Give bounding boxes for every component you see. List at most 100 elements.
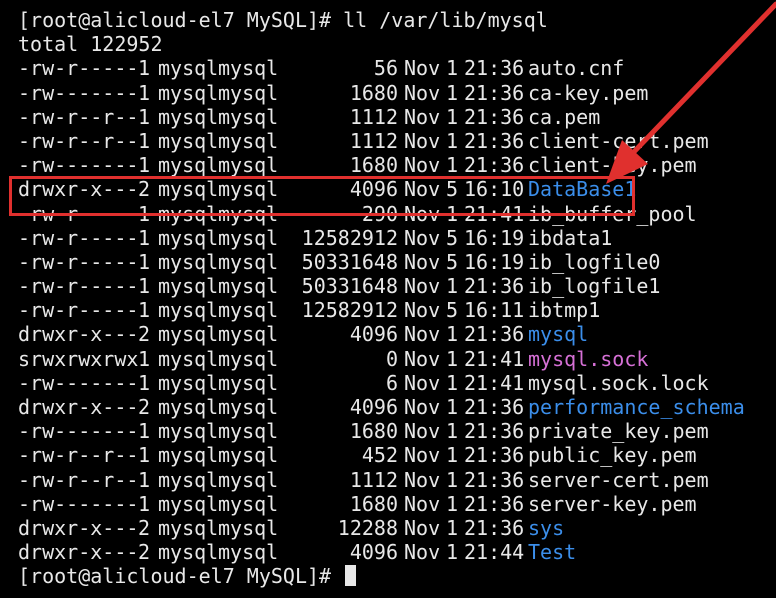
group: mysql	[218, 540, 279, 565]
file-name: ib_logfile0	[528, 249, 661, 274]
file-size: 12288	[337, 515, 398, 540]
owner: mysql	[158, 128, 219, 153]
time: 21:36	[464, 467, 525, 492]
month: Nov	[404, 225, 441, 250]
listing-row: srwxrwxrwx 1 mysql mysql 0 Nov 1 21:41 mysql.soc…	[18, 347, 768, 371]
group: mysql	[218, 104, 279, 129]
day: 1	[445, 540, 458, 565]
file-name: ib_buffer_pool	[528, 201, 697, 226]
group: mysql	[218, 443, 279, 468]
permissions: -rw-r--r--	[18, 443, 139, 468]
file-name: ca-key.pem	[528, 80, 649, 105]
file-size: 4096	[349, 177, 398, 202]
final-prompt-line: [root@alicloud-el7 MySQL]#	[18, 564, 768, 588]
permissions: drwxr-x---	[18, 322, 139, 347]
time: 21:36	[464, 419, 525, 444]
file-size: 50331648	[301, 249, 398, 274]
terminal-window[interactable]: [root@alicloud-el7 MySQL]# ll /var/lib/m…	[18, 8, 768, 594]
owner: mysql	[158, 419, 219, 444]
listing-row: -rw------- 1 mysql mysql 1680 Nov 1 21:36 ca-key…	[18, 81, 768, 105]
permissions: -rw-------	[18, 80, 139, 105]
owner: mysql	[158, 80, 219, 105]
link-count: 2	[138, 322, 151, 347]
day: 5	[445, 249, 458, 274]
day: 1	[445, 346, 458, 371]
listing-row: -rw------- 1 mysql mysql 6 Nov 1 21:41 mysql.soc…	[18, 371, 768, 395]
group: mysql	[218, 56, 279, 81]
permissions: drwxr-x---	[18, 540, 139, 565]
command-line: [root@alicloud-el7 MySQL]# ll /var/lib/m…	[18, 8, 548, 32]
listing-row: -rw-r----- 1 mysql mysql 290 Nov 1 21:41 ib_buff…	[18, 202, 768, 226]
final-prompt: [root@alicloud-el7 MySQL]#	[18, 564, 344, 589]
time: 21:36	[464, 128, 525, 153]
link-count: 1	[138, 56, 151, 81]
month: Nov	[404, 80, 441, 105]
file-size: 56	[373, 56, 398, 81]
file-size: 12582912	[301, 298, 398, 323]
permissions: -rw-r-----	[18, 298, 139, 323]
file-size: 0	[385, 346, 398, 371]
month: Nov	[404, 177, 441, 202]
month: Nov	[404, 395, 441, 419]
month: Nov	[404, 540, 441, 565]
day: 1	[445, 56, 458, 81]
file-name: server-cert.pem	[528, 467, 709, 492]
link-count: 2	[138, 515, 151, 540]
file-size: 1112	[349, 128, 398, 153]
month: Nov	[404, 491, 441, 516]
file-name: client-cert.pem	[528, 128, 709, 153]
listing-row: -rw-r--r-- 1 mysql mysql 452 Nov 1 21:36 public_…	[18, 443, 768, 467]
permissions: drwxr-x---	[18, 177, 139, 202]
time: 21:36	[464, 153, 525, 178]
owner: mysql	[158, 153, 219, 178]
file-size: 1680	[349, 491, 398, 516]
permissions: -rw-r--r--	[18, 104, 139, 129]
group: mysql	[218, 177, 279, 202]
link-count: 1	[138, 201, 151, 226]
group: mysql	[218, 153, 279, 178]
file-name: ca.pem	[528, 104, 601, 129]
group: mysql	[218, 249, 279, 274]
file-size: 4096	[349, 322, 398, 347]
group: mysql	[218, 128, 279, 153]
link-count: 1	[138, 370, 151, 395]
owner: mysql	[158, 370, 219, 395]
group: mysql	[218, 274, 279, 299]
time: 21:36	[464, 322, 525, 347]
month: Nov	[404, 370, 441, 395]
owner: mysql	[158, 177, 219, 202]
month: Nov	[404, 56, 441, 81]
day: 5	[445, 225, 458, 250]
time: 21:36	[464, 80, 525, 105]
permissions: drwxr-x---	[18, 515, 139, 540]
listing-row: -rw-r--r-- 1 mysql mysql 1112 Nov 1 21:36 ca.pem	[18, 105, 768, 129]
time: 21:36	[464, 515, 525, 540]
listing-row: -rw------- 1 mysql mysql 1680 Nov 1 21:36 privat…	[18, 419, 768, 443]
link-count: 1	[138, 419, 151, 444]
file-size: 4096	[349, 395, 398, 419]
file-name: client-key.pem	[528, 153, 697, 178]
file-name: sys	[528, 515, 565, 540]
owner: mysql	[158, 467, 219, 492]
time: 21:36	[464, 104, 525, 129]
day: 5	[445, 298, 458, 323]
file-size: 1680	[349, 153, 398, 178]
group: mysql	[218, 346, 279, 371]
time: 21:36	[464, 274, 525, 299]
file-name: performance_schema	[528, 395, 745, 419]
group: mysql	[218, 467, 279, 492]
listing-row: drwxr-x--- 2 mysql mysql 4096 Nov 1 21:36 perfor…	[18, 395, 768, 419]
link-count: 1	[138, 467, 151, 492]
file-name: server-key.pem	[528, 491, 697, 516]
permissions: -rw-------	[18, 491, 139, 516]
month: Nov	[404, 443, 441, 468]
time: 16:11	[464, 298, 525, 323]
month: Nov	[404, 515, 441, 540]
permissions: drwxr-x---	[18, 395, 139, 419]
group: mysql	[218, 201, 279, 226]
owner: mysql	[158, 201, 219, 226]
month: Nov	[404, 104, 441, 129]
owner: mysql	[158, 346, 219, 371]
link-count: 2	[138, 395, 151, 419]
listing-row: drwxr-x--- 2 mysql mysql 4096 Nov 1 21:36 mysql	[18, 322, 768, 346]
